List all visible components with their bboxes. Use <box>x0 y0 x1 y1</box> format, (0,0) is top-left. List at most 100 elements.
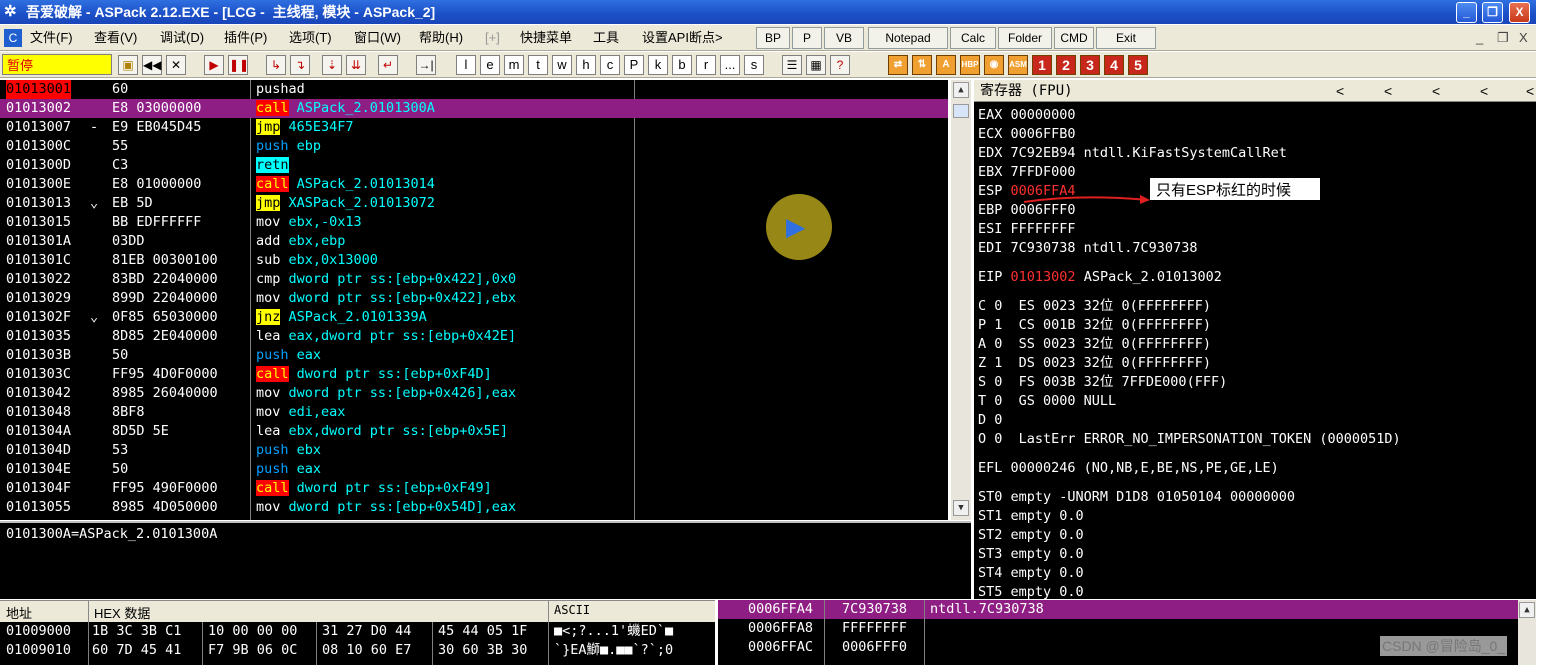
toolbar-h[interactable]: h <box>576 55 596 75</box>
toolbar-p[interactable]: P <box>624 55 644 75</box>
disasm-row[interactable]: 01013048 8BF8 mov edi,eax <box>0 403 948 422</box>
bookmark-3-button[interactable]: 3 <box>1080 55 1100 75</box>
register-line[interactable]: ECX 0006FFB0 <box>978 125 1076 144</box>
dump-addr-header[interactable]: 地址 <box>6 603 32 622</box>
disasm-row[interactable]: 0101302F ⌄ 0F85 65030000 jnz ASPack_2.01013… <box>0 308 948 327</box>
vb-button[interactable]: VB <box>824 27 864 49</box>
fpu-line[interactable]: ST1 empty 0.0 <box>978 507 1084 526</box>
flag-line[interactable]: P 1 CS 001B 32位 0(FFFFFFFF) <box>978 316 1211 335</box>
menu-shortcuts[interactable]: 快捷菜单 <box>520 29 572 47</box>
flag-line[interactable]: D 0 <box>978 411 1002 430</box>
inner-minimize-button[interactable]: _ <box>1476 29 1483 47</box>
dump-row[interactable]: 01009010 60 7D 45 41 F7 9B 06 0C 08 10 60 E… <box>0 641 715 660</box>
help-icon[interactable]: ? <box>830 55 850 75</box>
rewind-icon[interactable]: ◀◀ <box>142 55 162 75</box>
register-line[interactable]: EAX 00000000 <box>978 106 1076 125</box>
bp-button[interactable]: BP <box>756 27 790 49</box>
dump-hex-header[interactable]: HEX 数据 <box>94 603 150 622</box>
p-button[interactable]: P <box>792 27 822 49</box>
goto-icon[interactable]: →| <box>416 55 436 75</box>
toolbar-r[interactable]: r <box>696 55 716 75</box>
close-file-icon[interactable]: ✕ <box>166 55 186 75</box>
toolbar-k[interactable]: k <box>648 55 668 75</box>
exit-button[interactable]: Exit <box>1096 27 1156 49</box>
reg-arrow-icon[interactable]: < <box>1480 80 1488 102</box>
tool-icon-2[interactable]: ⇅ <box>912 55 932 75</box>
cmd-button[interactable]: CMD <box>1054 27 1094 49</box>
reg-arrow-icon[interactable]: < <box>1336 80 1344 102</box>
inner-close-button[interactable]: X <box>1519 29 1528 47</box>
fpu-line[interactable]: ST4 empty 0.0 <box>978 564 1084 583</box>
disasm-row[interactable]: 0101303C FF95 4D0F0000 call dword ptr ss:[… <box>0 365 948 384</box>
register-line[interactable]: ESI FFFFFFFF <box>978 220 1076 239</box>
close-button[interactable]: X <box>1509 2 1530 23</box>
target-icon[interactable]: ◉ <box>984 55 1004 75</box>
toolbar-b[interactable]: b <box>672 55 692 75</box>
trace-into-icon[interactable]: ⇣ <box>322 55 342 75</box>
menu-plus[interactable]: [+] <box>485 29 500 47</box>
disasm-row[interactable]: 0101304A 8D5D 5E lea ebx,dword ptr ss:[ebp… <box>0 422 948 441</box>
menu-help[interactable]: 帮助(H) <box>419 29 463 47</box>
child-window-icon[interactable]: C <box>4 29 22 47</box>
scroll-up-icon[interactable]: ▲ <box>953 82 969 98</box>
disasm-row[interactable]: 01013055 8985 4D050000 mov dword ptr ss:[e… <box>0 498 948 517</box>
toolbar-l[interactable]: l <box>456 55 476 75</box>
disasm-row[interactable]: 0101304F FF95 490F0000 call dword ptr ss:[… <box>0 479 948 498</box>
bookmark-5-button[interactable]: 5 <box>1128 55 1148 75</box>
toolbar-e[interactable]: e <box>480 55 500 75</box>
grid-icon[interactable]: ▦ <box>806 55 826 75</box>
disasm-row[interactable]: 01013042 8985 26040000 mov dword ptr ss:[e… <box>0 384 948 403</box>
toolbar-w[interactable]: w <box>552 55 572 75</box>
bookmark-4-button[interactable]: 4 <box>1104 55 1124 75</box>
list-icon[interactable]: ☰ <box>782 55 802 75</box>
registers-pane[interactable]: EAX 00000000 ECX 0006FFB0 EDX 7C92EB94 ntd… <box>974 80 1536 599</box>
tool-icon-1[interactable]: ⇄ <box>888 55 908 75</box>
bookmark-2-button[interactable]: 2 <box>1056 55 1076 75</box>
run-icon[interactable]: ▶ <box>204 55 224 75</box>
fpu-line[interactable]: ST3 empty 0.0 <box>978 545 1084 564</box>
disasm-row[interactable]: 01013029 899D 22040000 mov dword ptr ss:[e… <box>0 289 948 308</box>
scroll-thumb[interactable] <box>953 104 969 118</box>
register-line[interactable]: EDX 7C92EB94 ntdll.KiFastSystemCallRet <box>978 144 1287 163</box>
dump-pane[interactable]: 01009000 1B 3C 3B C1 10 00 00 00 31 27 D0 4… <box>0 622 715 665</box>
asm-icon[interactable]: ASM <box>1008 55 1028 75</box>
hbp-icon[interactable]: HBP <box>960 55 980 75</box>
flag-line[interactable]: T 0 GS 0000 NULL <box>978 392 1116 411</box>
toolbar-s[interactable]: s <box>744 55 764 75</box>
flag-line[interactable]: O 0 LastErr ERROR_NO_IMPERSONATION_TOKEN… <box>978 430 1401 449</box>
disasm-row[interactable]: 0101300D C3 retn <box>0 156 948 175</box>
register-line[interactable]: EDI 7C930738 ntdll.7C930738 <box>978 239 1197 258</box>
trace-over-icon[interactable]: ⇊ <box>346 55 366 75</box>
tool-icon-3[interactable]: A <box>936 55 956 75</box>
pause-icon[interactable]: ❚❚ <box>228 55 249 75</box>
scroll-up-icon[interactable]: ▲ <box>1519 602 1535 618</box>
toolbar-c[interactable]: c <box>600 55 620 75</box>
bookmark-1-button[interactable]: 1 <box>1032 55 1052 75</box>
app-icon[interactable]: ✲ <box>4 0 17 24</box>
toolbar-dots[interactable]: ... <box>720 55 740 75</box>
menu-view[interactable]: 查看(V) <box>94 29 137 47</box>
disasm-row[interactable]: 01013002 E8 03000000 call ASPack_2.0101300… <box>0 99 948 118</box>
disasm-row[interactable]: 01013007 - E9 EB045D45 jmp 465E34F7 <box>0 118 948 137</box>
menu-tools[interactable]: 工具 <box>593 29 619 47</box>
flag-line[interactable]: A 0 SS 0023 32位 0(FFFFFFFF) <box>978 335 1211 354</box>
step-into-icon[interactable]: ↳ <box>266 55 286 75</box>
stack-scrollbar[interactable]: ▲ <box>1518 600 1536 665</box>
reg-arrow-icon[interactable]: < <box>1384 80 1392 102</box>
menu-plugins[interactable]: 插件(P) <box>224 29 267 47</box>
disasm-row[interactable]: 01013035 8D85 2E040000 lea eax,dword ptr s… <box>0 327 948 346</box>
menu-file[interactable]: 文件(F) <box>30 29 73 47</box>
register-eip[interactable]: EIP 01013002 ASPack_2.01013002 <box>978 268 1222 287</box>
toolbar-m[interactable]: m <box>504 55 524 75</box>
open-icon[interactable]: ▣ <box>118 55 138 75</box>
dump-ascii-header[interactable]: ASCII <box>554 603 590 617</box>
notepad-button[interactable]: Notepad <box>868 27 948 49</box>
menu-window[interactable]: 窗口(W) <box>354 29 401 47</box>
disasm-row[interactable]: 0101304D 53 push ebx <box>0 441 948 460</box>
fpu-line[interactable]: ST2 empty 0.0 <box>978 526 1084 545</box>
disasm-row[interactable]: 01013001 60 pushad <box>0 80 948 99</box>
execute-till-return-icon[interactable]: ↵ <box>378 55 398 75</box>
minimize-button[interactable]: _ <box>1456 2 1477 23</box>
disasm-row[interactable]: 0101300E E8 01000000 call ASPack_2.0101301… <box>0 175 948 194</box>
scroll-down-icon[interactable]: ▼ <box>953 500 969 516</box>
